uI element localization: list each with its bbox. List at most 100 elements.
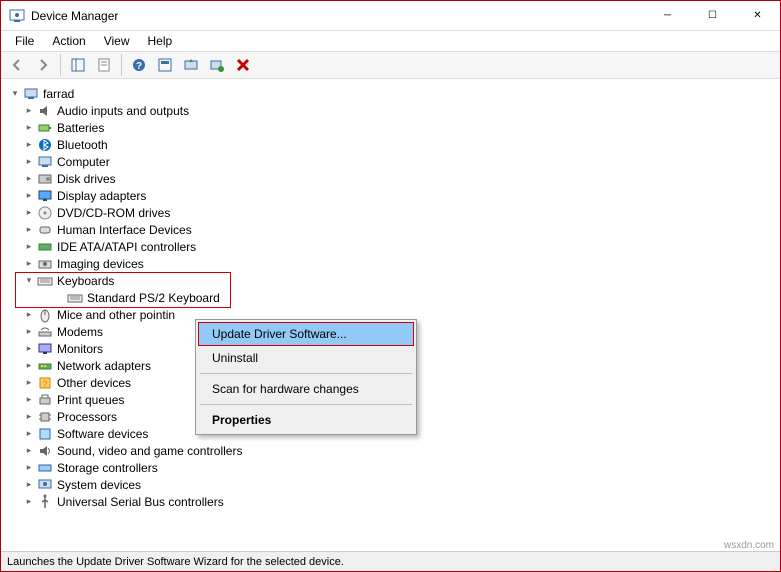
- expand-icon[interactable]: ▸: [23, 445, 35, 457]
- tree-category-label: Network adapters: [57, 359, 151, 373]
- category-icon: [37, 443, 53, 459]
- expand-icon[interactable]: ▸: [23, 394, 35, 406]
- tree-category[interactable]: ▸ Sound, video and game controllers: [19, 442, 776, 459]
- tree-category-label: Sound, video and game controllers: [57, 444, 242, 458]
- expand-icon[interactable]: ▸: [23, 309, 35, 321]
- svg-text:?: ?: [136, 61, 142, 72]
- expand-icon[interactable]: ▸: [23, 139, 35, 151]
- properties-button[interactable]: [92, 53, 116, 77]
- window-controls: ─ ☐ ✕: [645, 1, 780, 30]
- help-button[interactable]: ?: [127, 53, 151, 77]
- expand-icon[interactable]: ▸: [23, 479, 35, 491]
- tree-category-label: Computer: [57, 155, 110, 169]
- tree-category[interactable]: ▾Keyboards: [19, 272, 776, 289]
- tree-device-keyboard[interactable]: ▸Standard PS/2 Keyboard: [49, 289, 776, 306]
- tree-category-label: Processors: [57, 410, 117, 424]
- action-button[interactable]: [153, 53, 177, 77]
- expand-icon[interactable]: ▸: [23, 224, 35, 236]
- category-icon: [37, 188, 53, 204]
- expand-icon[interactable]: ▾: [23, 275, 35, 287]
- expand-icon[interactable]: ▸: [23, 343, 35, 355]
- expand-icon[interactable]: ▸: [23, 360, 35, 372]
- tree-category[interactable]: ▸ DVD/CD-ROM drives: [19, 204, 776, 221]
- tree-category-label: Monitors: [57, 342, 103, 356]
- show-hide-console-tree-button[interactable]: [66, 53, 90, 77]
- device-tree[interactable]: ▾ farrad ▸ Audio inputs and outputs ▸ Batte…: [5, 81, 776, 549]
- category-icon: [37, 477, 53, 493]
- expand-icon[interactable]: ▸: [23, 105, 35, 117]
- tree-category[interactable]: ▸ Batteries: [19, 119, 776, 136]
- tree-category[interactable]: ▸Storage controllers: [19, 459, 776, 476]
- menu-help[interactable]: Help: [140, 32, 181, 50]
- tree-category[interactable]: ▸Imaging devices: [19, 255, 776, 272]
- tree-category[interactable]: ▸ Computer: [19, 153, 776, 170]
- minimize-button[interactable]: ─: [645, 1, 690, 30]
- expand-icon[interactable]: ▸: [23, 462, 35, 474]
- context-separator: [200, 373, 412, 374]
- expand-icon[interactable]: ▸: [23, 173, 35, 185]
- tree-category-label: Disk drives: [57, 172, 116, 186]
- tree-category-label: Audio inputs and outputs: [57, 104, 189, 118]
- category-icon: [37, 341, 53, 357]
- expand-icon[interactable]: ▸: [23, 156, 35, 168]
- tree-category[interactable]: ▸ Disk drives: [19, 170, 776, 187]
- context-menu: Update Driver Software... Uninstall Scan…: [195, 319, 417, 435]
- expand-icon[interactable]: ▸: [23, 496, 35, 508]
- menu-view[interactable]: View: [96, 32, 138, 50]
- menu-action[interactable]: Action: [44, 32, 93, 50]
- expand-icon[interactable]: ▸: [23, 326, 35, 338]
- expand-icon[interactable]: ▸: [23, 411, 35, 423]
- context-separator: [200, 404, 412, 405]
- computer-icon: [23, 86, 39, 102]
- context-properties[interactable]: Properties: [198, 408, 414, 432]
- expand-icon[interactable]: ▸: [23, 258, 35, 270]
- app-icon: [9, 8, 25, 24]
- tree-category[interactable]: ▸IDE ATA/ATAPI controllers: [19, 238, 776, 255]
- tree-category[interactable]: ▸Bluetooth: [19, 136, 776, 153]
- expand-icon[interactable]: ▸: [23, 207, 35, 219]
- category-icon: [37, 171, 53, 187]
- tree-category-label: Modems: [57, 325, 103, 339]
- tree-category-label: Display adapters: [57, 189, 146, 203]
- expand-icon[interactable]: ▸: [23, 428, 35, 440]
- category-icon: [37, 324, 53, 340]
- category-icon: [37, 307, 53, 323]
- menu-bar: File Action View Help: [1, 31, 780, 51]
- uninstall-button[interactable]: [231, 53, 255, 77]
- tree-category[interactable]: ▸ Universal Serial Bus controllers: [19, 493, 776, 510]
- tree-category[interactable]: ▸ Audio inputs and outputs: [19, 102, 776, 119]
- category-icon: [37, 137, 53, 153]
- tree-category-label: DVD/CD-ROM drives: [57, 206, 170, 220]
- expand-icon[interactable]: ▾: [9, 88, 21, 100]
- tree-root[interactable]: ▾ farrad: [5, 85, 776, 102]
- update-driver-button[interactable]: [179, 53, 203, 77]
- context-update-driver[interactable]: Update Driver Software...: [198, 322, 414, 346]
- context-scan[interactable]: Scan for hardware changes: [198, 377, 414, 401]
- tree-category-label: Batteries: [57, 121, 104, 135]
- tree-category[interactable]: ▸ Display adapters: [19, 187, 776, 204]
- tree-category[interactable]: ▸Human Interface Devices: [19, 221, 776, 238]
- forward-button[interactable]: [31, 53, 55, 77]
- tree-category[interactable]: ▸System devices: [19, 476, 776, 493]
- expand-icon[interactable]: ▸: [23, 190, 35, 202]
- category-icon: [37, 103, 53, 119]
- back-button[interactable]: [5, 53, 29, 77]
- maximize-button[interactable]: ☐: [690, 1, 735, 30]
- category-icon: [37, 494, 53, 510]
- tree-root-label: farrad: [43, 87, 74, 101]
- status-text: Launches the Update Driver Software Wiza…: [7, 556, 344, 568]
- tree-category-label: Universal Serial Bus controllers: [57, 495, 224, 509]
- expand-icon[interactable]: ▸: [23, 241, 35, 253]
- tree-category-label: Other devices: [57, 376, 131, 390]
- scan-hardware-button[interactable]: [205, 53, 229, 77]
- category-icon: [37, 205, 53, 221]
- expand-icon[interactable]: ▸: [23, 377, 35, 389]
- category-icon: [37, 256, 53, 272]
- category-icon: ?: [37, 375, 53, 391]
- menu-file[interactable]: File: [7, 32, 42, 50]
- keyboard-icon: [67, 290, 83, 306]
- context-uninstall[interactable]: Uninstall: [198, 346, 414, 370]
- category-icon: [37, 409, 53, 425]
- close-button[interactable]: ✕: [735, 1, 780, 30]
- expand-icon[interactable]: ▸: [23, 122, 35, 134]
